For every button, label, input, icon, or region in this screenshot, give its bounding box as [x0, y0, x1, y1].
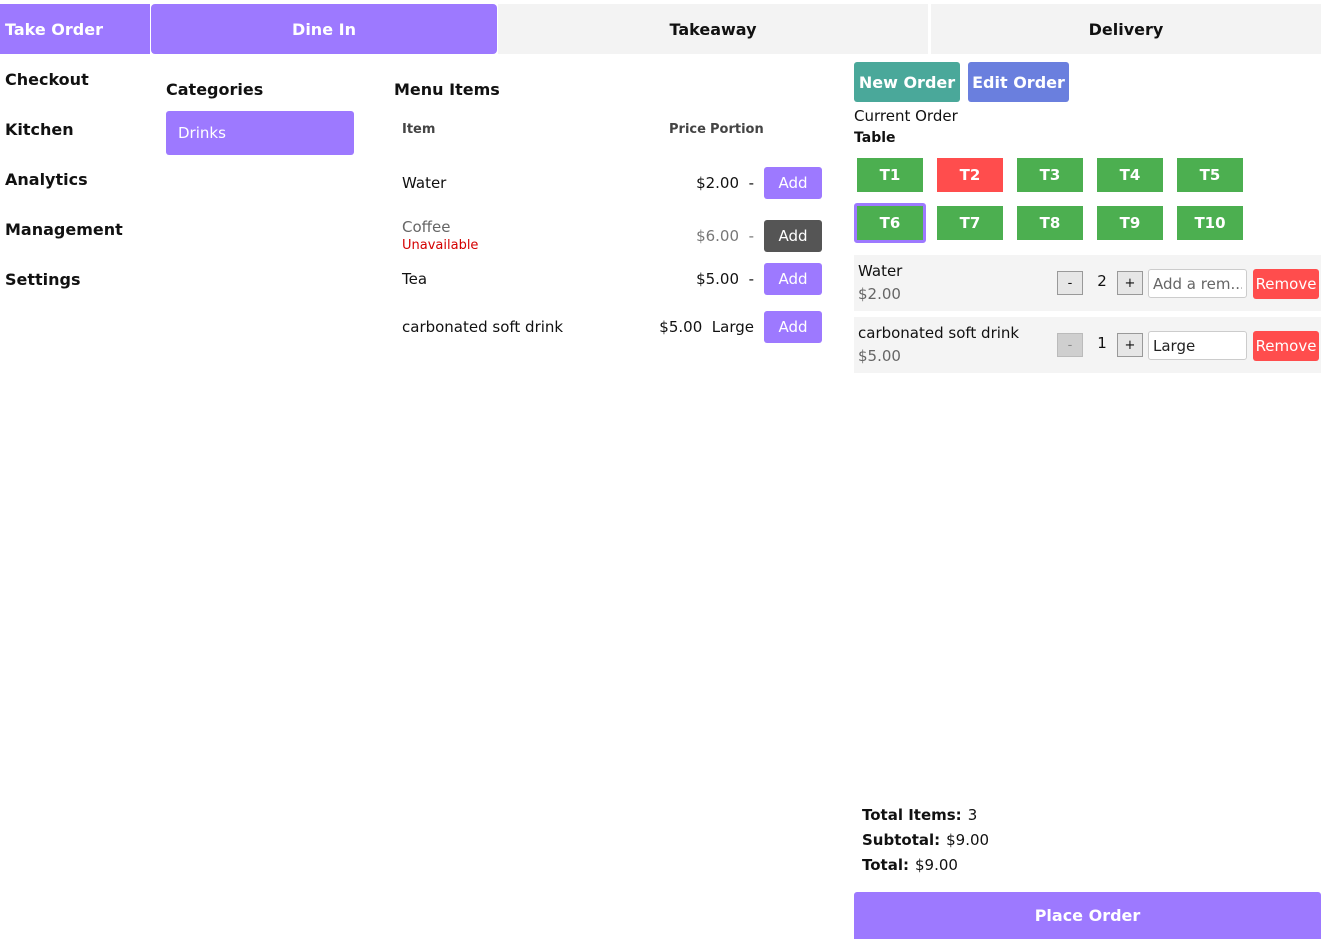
category-drinks-button[interactable]: Drinks	[166, 111, 354, 155]
table-t4-button[interactable]: T4	[1097, 158, 1163, 192]
remark-input[interactable]	[1148, 269, 1247, 298]
sidebar-item-analytics[interactable]: Analytics	[0, 154, 150, 204]
add-soft-drink-button[interactable]: Add	[764, 311, 822, 343]
table-t7-button[interactable]: T7	[937, 206, 1003, 240]
current-order-label: Current Order	[854, 107, 958, 125]
menu-row: Tea $5.00 - Add	[402, 263, 822, 295]
table-t1-button[interactable]: T1	[857, 158, 923, 192]
cart-item-name: carbonated soft drink	[858, 324, 1020, 342]
menu-row: Coffee Unavailable $6.00 - Add	[402, 218, 822, 256]
sidebar-item-checkout[interactable]: Checkout	[0, 54, 150, 104]
sidebar-item-settings[interactable]: Settings	[0, 254, 150, 304]
table-t2-button[interactable]: T2	[937, 158, 1003, 192]
sidebar-item-take-order[interactable]: Take Order	[0, 4, 150, 54]
tab-dine-in[interactable]: Dine In	[151, 4, 497, 54]
menu-item-name: Water	[402, 174, 447, 192]
table-t3-button[interactable]: T3	[1017, 158, 1083, 192]
tab-delivery[interactable]: Delivery	[931, 4, 1321, 54]
cart-item-price: $5.00	[858, 347, 901, 365]
subtotal-value: $9.00	[946, 831, 990, 849]
decrease-qty-button[interactable]: -	[1057, 271, 1083, 295]
qty-value: 1	[1097, 334, 1107, 352]
menu-item-name: Coffee	[402, 218, 451, 236]
table-t10-button[interactable]: T10	[1177, 206, 1243, 240]
sidebar-item-kitchen[interactable]: Kitchen	[0, 104, 150, 154]
new-order-button[interactable]: New Order	[854, 62, 960, 102]
menu-item-price: $6.00 -	[696, 227, 754, 245]
increase-qty-button[interactable]: +	[1117, 271, 1143, 295]
remark-input[interactable]	[1148, 331, 1247, 360]
table-t8-button[interactable]: T8	[1017, 206, 1083, 240]
total-label: Total:	[862, 856, 909, 874]
menu-item-price: $5.00 -	[696, 270, 754, 288]
total-items-value: 3	[967, 806, 978, 824]
total-items-label: Total Items:	[862, 806, 962, 824]
tab-takeaway[interactable]: Takeaway	[498, 4, 928, 54]
menu-row: Water $2.00 - Add	[402, 167, 822, 199]
qty-value: 2	[1097, 272, 1107, 290]
total-row: Total: $9.00	[862, 856, 958, 874]
edit-order-button[interactable]: Edit Order	[968, 62, 1069, 102]
subtotal-row: Subtotal: $9.00	[862, 831, 989, 849]
menu-row: carbonated soft drink $5.00 Large Add	[402, 311, 822, 343]
subtotal-label: Subtotal:	[862, 831, 941, 849]
table-t5-button[interactable]: T5	[1177, 158, 1243, 192]
remove-item-button[interactable]: Remove	[1253, 269, 1319, 299]
table-t9-button[interactable]: T9	[1097, 206, 1163, 240]
sidebar-item-management[interactable]: Management	[0, 204, 150, 254]
menu-column-price: Price	[669, 122, 706, 137]
menu-item-price: $5.00 Large	[659, 318, 754, 336]
menu-item-name: carbonated soft drink	[402, 318, 564, 336]
menu-item-name: Tea	[402, 270, 428, 288]
total-value: $9.00	[914, 856, 958, 874]
menu-items-heading: Menu Items	[394, 80, 500, 99]
add-water-button[interactable]: Add	[764, 167, 822, 199]
categories-heading: Categories	[166, 80, 264, 99]
table-t6-button[interactable]: T6	[854, 203, 926, 243]
unavailable-label: Unavailable	[402, 238, 479, 253]
decrease-qty-button[interactable]: -	[1057, 333, 1083, 357]
cart-item-price: $2.00	[858, 285, 901, 303]
menu-column-item: Item	[402, 122, 436, 137]
total-items-row: Total Items: 3	[862, 806, 977, 824]
place-order-button[interactable]: Place Order	[854, 892, 1321, 939]
remove-item-button[interactable]: Remove	[1253, 331, 1319, 361]
sidebar: Take Order Checkout Kitchen Analytics Ma…	[0, 0, 150, 939]
menu-item-price: $2.00 -	[696, 174, 754, 192]
add-coffee-button[interactable]: Add	[764, 220, 822, 252]
cart-item: Water $2.00 - 2 + Remove	[854, 255, 1321, 311]
table-label: Table	[854, 130, 896, 146]
cart-item-name: Water	[858, 262, 903, 280]
cart-item: carbonated soft drink $5.00 - 1 + Remove	[854, 317, 1321, 373]
menu-column-portion: Portion	[710, 122, 764, 137]
increase-qty-button[interactable]: +	[1117, 333, 1143, 357]
add-tea-button[interactable]: Add	[764, 263, 822, 295]
order-type-tabs: Dine In Takeaway Delivery	[150, 4, 1321, 54]
